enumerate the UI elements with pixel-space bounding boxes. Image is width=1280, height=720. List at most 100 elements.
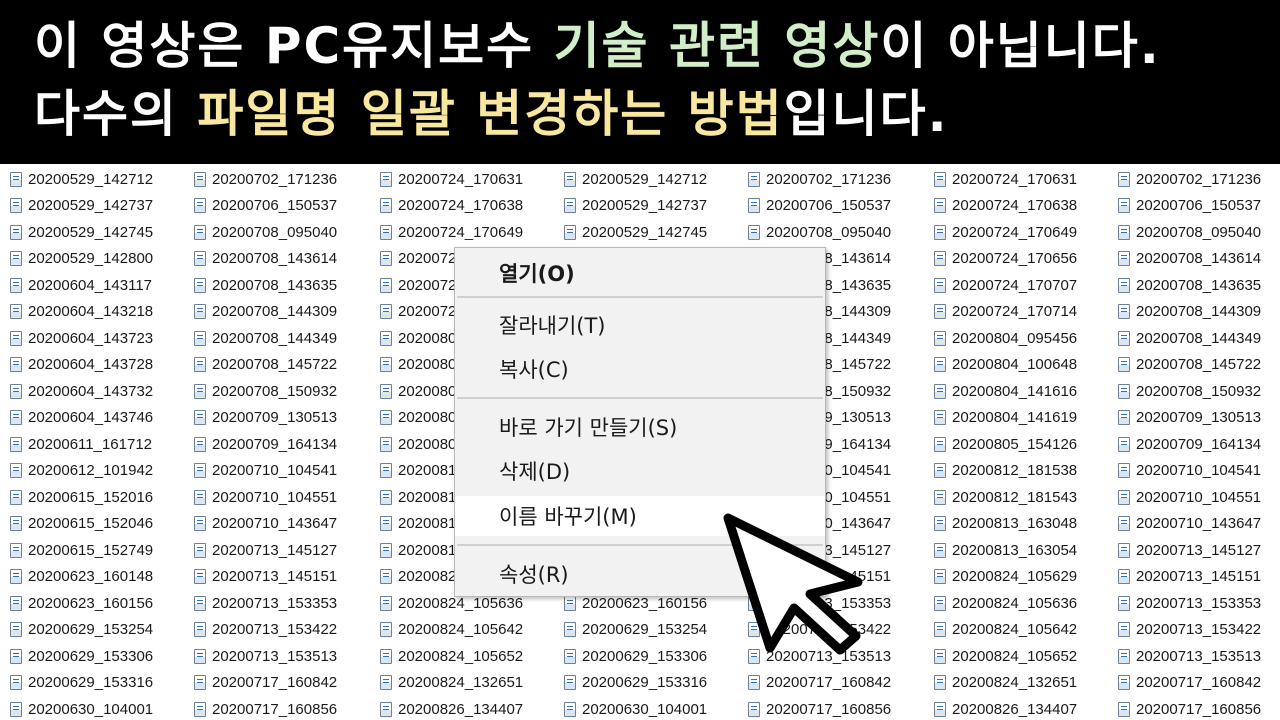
file-item[interactable]: 20200812_181538	[934, 458, 1077, 484]
file-item[interactable]: 20200709_130513	[1118, 405, 1261, 431]
file-item[interactable]: 20200615_152749	[10, 537, 153, 563]
file-item[interactable]: 20200713_153422	[194, 617, 337, 643]
file-item[interactable]: 20200604_143117	[10, 272, 152, 298]
file-item[interactable]: 20200710_104551	[1118, 484, 1261, 510]
file-item[interactable]: 20200713_145151	[194, 564, 337, 590]
file-item[interactable]: 20200717_160842	[194, 670, 337, 696]
file-item[interactable]: 20200708_143635	[1118, 272, 1261, 298]
file-item[interactable]: 20200713_153422	[1118, 617, 1261, 643]
file-item[interactable]: 20200611_161712	[10, 431, 152, 457]
file-item[interactable]: 20200709_164134	[194, 431, 337, 457]
file-item[interactable]: 20200710_143647	[1118, 511, 1261, 537]
file-item[interactable]: 20200702_171236	[194, 166, 337, 192]
file-item[interactable]: 20200724_170631	[934, 166, 1077, 192]
file-item[interactable]: 20200824_105629	[934, 564, 1077, 590]
menu-item-open[interactable]: 열기(O)	[455, 253, 825, 293]
file-item[interactable]: 20200629_153306	[10, 643, 153, 669]
file-item[interactable]: 20200706_150537	[1118, 193, 1261, 219]
file-item[interactable]: 20200713_153353	[1118, 590, 1261, 616]
file-item[interactable]: 20200529_142737	[10, 193, 153, 219]
file-item[interactable]: 20200813_163054	[934, 537, 1077, 563]
file-item[interactable]: 20200604_143746	[10, 405, 153, 431]
file-item[interactable]: 20200629_153254	[10, 617, 153, 643]
file-item[interactable]: 20200713_153513	[194, 643, 337, 669]
file-item[interactable]: 20200612_101942	[10, 458, 153, 484]
file-item[interactable]: 20200724_170714	[934, 299, 1077, 325]
file-item[interactable]: 20200706_150537	[194, 193, 337, 219]
file-item[interactable]: 20200804_141616	[934, 378, 1077, 404]
file-item[interactable]: 20200710_104551	[194, 484, 337, 510]
file-item[interactable]: 20200713_145127	[194, 537, 337, 563]
file-item[interactable]: 20200708_150932	[194, 378, 337, 404]
file-item[interactable]: 20200604_143732	[10, 378, 153, 404]
file-item[interactable]: 20200826_134407	[380, 696, 523, 720]
file-item[interactable]: 20200708_143635	[194, 272, 337, 298]
file-item[interactable]: 20200604_143218	[10, 299, 153, 325]
file-item[interactable]: 20200708_144349	[194, 325, 337, 351]
file-item[interactable]: 20200709_130513	[194, 405, 337, 431]
file-item[interactable]: 20200529_142712	[564, 166, 707, 192]
file-item[interactable]: 20200824_132651	[380, 670, 523, 696]
menu-item-copy[interactable]: 복사(C)	[455, 349, 825, 389]
file-item[interactable]: 20200615_152016	[10, 484, 153, 510]
file-item[interactable]: 20200724_170707	[934, 272, 1077, 298]
file-item[interactable]: 20200717_160842	[748, 670, 891, 696]
file-item[interactable]: 20200529_142745	[564, 219, 707, 245]
file-item[interactable]: 20200824_105652	[380, 643, 523, 669]
file-item[interactable]: 20200813_163048	[934, 511, 1077, 537]
file-item[interactable]: 20200824_105642	[380, 617, 523, 643]
file-item[interactable]: 20200826_134407	[934, 696, 1077, 720]
file-item[interactable]: 20200629_153254	[564, 617, 707, 643]
file-item[interactable]: 20200804_141619	[934, 405, 1077, 431]
file-item[interactable]: 20200804_100648	[934, 352, 1077, 378]
file-item[interactable]: 20200708_145722	[194, 352, 337, 378]
file-item[interactable]: 20200629_153316	[10, 670, 153, 696]
file-item[interactable]: 20200702_171236	[1118, 166, 1261, 192]
file-item[interactable]: 20200529_142737	[564, 193, 707, 219]
file-item[interactable]: 20200629_153306	[564, 643, 707, 669]
file-item[interactable]: 20200713_145151	[1118, 564, 1261, 590]
file-item[interactable]: 20200708_095040	[1118, 219, 1261, 245]
menu-item-delete[interactable]: 삭제(D)	[455, 451, 825, 491]
file-item[interactable]: 20200717_160856	[1118, 696, 1261, 720]
file-item[interactable]: 20200708_143614	[1118, 246, 1261, 272]
file-item[interactable]: 20200604_143723	[10, 325, 153, 351]
file-item[interactable]: 20200724_170631	[380, 166, 523, 192]
file-item[interactable]: 20200824_132651	[934, 670, 1077, 696]
file-item[interactable]: 20200630_104001	[564, 696, 707, 720]
file-item[interactable]: 20200710_143647	[194, 511, 337, 537]
file-item[interactable]: 20200717_160856	[194, 696, 337, 720]
file-item[interactable]: 20200708_144309	[1118, 299, 1261, 325]
file-item[interactable]: 20200710_104541	[1118, 458, 1261, 484]
file-item[interactable]: 20200724_170638	[934, 193, 1077, 219]
menu-item-cut[interactable]: 잘라내기(T)	[455, 305, 825, 345]
file-item[interactable]: 20200824_105652	[934, 643, 1077, 669]
file-item[interactable]: 20200713_153353	[194, 590, 337, 616]
file-item[interactable]: 20200615_152046	[10, 511, 153, 537]
file-item[interactable]: 20200529_142800	[10, 246, 153, 272]
file-item[interactable]: 20200717_160856	[748, 696, 891, 720]
file-item[interactable]: 20200623_160148	[10, 564, 153, 590]
file-item[interactable]: 20200623_160156	[10, 590, 153, 616]
file-item[interactable]: 20200805_154126	[934, 431, 1077, 457]
file-item[interactable]: 20200708_095040	[194, 219, 337, 245]
file-item[interactable]: 20200708_144349	[1118, 325, 1261, 351]
file-item[interactable]: 20200708_150932	[1118, 378, 1261, 404]
file-item[interactable]: 20200717_160842	[1118, 670, 1261, 696]
file-item[interactable]: 20200804_095456	[934, 325, 1077, 351]
file-item[interactable]: 20200709_164134	[1118, 431, 1261, 457]
file-item[interactable]: 20200702_171236	[748, 166, 891, 192]
file-item[interactable]: 20200724_170649	[934, 219, 1077, 245]
file-item[interactable]: 20200629_153316	[564, 670, 707, 696]
file-item[interactable]: 20200529_142745	[10, 219, 153, 245]
file-item[interactable]: 20200529_142712	[10, 166, 153, 192]
file-item[interactable]: 20200824_105642	[934, 617, 1077, 643]
file-item[interactable]: 20200724_170649	[380, 219, 523, 245]
file-item[interactable]: 20200630_104001	[10, 696, 153, 720]
file-item[interactable]: 20200824_105636	[934, 590, 1077, 616]
file-item[interactable]: 20200708_145722	[1118, 352, 1261, 378]
file-item[interactable]: 20200710_104541	[194, 458, 337, 484]
file-item[interactable]: 20200708_095040	[748, 219, 891, 245]
file-item[interactable]: 20200724_170638	[380, 193, 523, 219]
file-item[interactable]: 20200713_153513	[1118, 643, 1261, 669]
